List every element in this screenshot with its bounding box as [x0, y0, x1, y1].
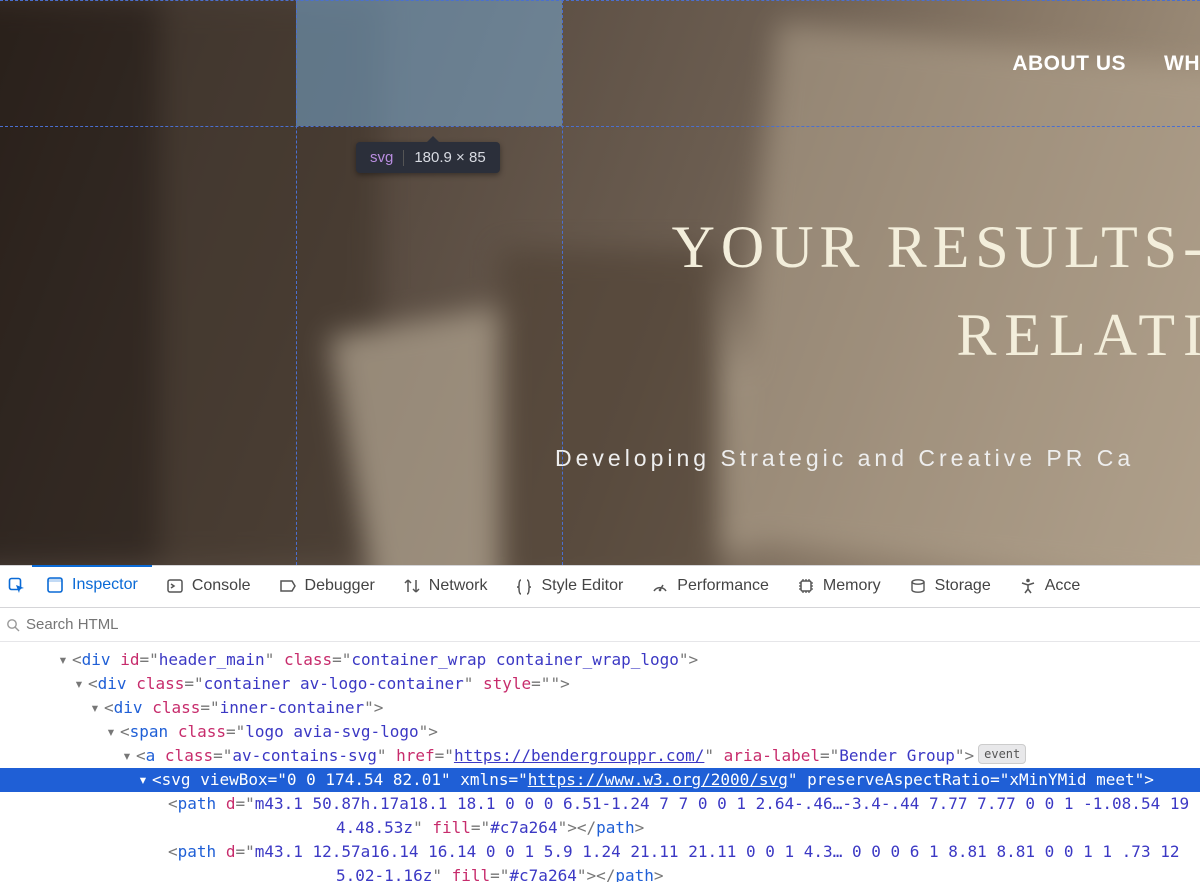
- tab-label: Performance: [677, 577, 769, 595]
- tab-label: Network: [429, 577, 488, 595]
- twisty-icon[interactable]: ▾: [104, 720, 118, 744]
- inspector-guide-vertical: [562, 0, 563, 565]
- debugger-icon: [279, 577, 297, 595]
- dom-tree[interactable]: ▾ <div id="header_main" class="container…: [0, 642, 1200, 882]
- console-icon: [166, 577, 184, 595]
- tab-network[interactable]: Network: [389, 566, 502, 607]
- tab-console[interactable]: Console: [152, 566, 265, 607]
- storage-icon: [909, 577, 927, 595]
- node-markup: <div class="container av-logo-container"…: [88, 672, 570, 696]
- node-markup: <span class="logo avia-svg-logo">: [120, 720, 438, 744]
- tab-style-editor[interactable]: Style Editor: [501, 566, 637, 607]
- node-markup: <div class="inner-container">: [104, 696, 383, 720]
- tab-label: Inspector: [72, 576, 138, 594]
- tooltip-separator: [403, 150, 404, 166]
- dom-search-input[interactable]: [26, 616, 1194, 633]
- node-markup: <a class="av-contains-svg" href="https:/…: [136, 744, 974, 768]
- inspector-element-tooltip: svg 180.9 × 85: [356, 142, 500, 173]
- devtools-tabbar: Inspector Console Debugger Network: [0, 566, 1200, 608]
- dom-node-svg-selected[interactable]: ▾ <svg viewBox="0 0 174.54 82.01" xmlns=…: [0, 768, 1200, 792]
- dom-node-span-logo[interactable]: ▾ <span class="logo avia-svg-logo">: [0, 720, 1200, 744]
- twisty-icon[interactable]: ▾: [56, 648, 70, 672]
- tooltip-dimensions: 180.9 × 85: [414, 149, 485, 166]
- memory-icon: [797, 577, 815, 595]
- node-markup: <path d="m43.1 50.87h.17a18.1 18.1 0 0 0…: [168, 792, 1189, 840]
- node-markup: <svg viewBox="0 0 174.54 82.01" xmlns="h…: [152, 768, 1154, 792]
- network-icon: [403, 578, 421, 594]
- tab-debugger[interactable]: Debugger: [265, 566, 389, 607]
- tab-label: Console: [192, 577, 251, 595]
- dom-node-a-logo-link[interactable]: ▾ <a class="av-contains-svg" href="https…: [0, 744, 1200, 768]
- twisty-icon[interactable]: ▾: [88, 696, 102, 720]
- tab-label: Style Editor: [541, 577, 623, 595]
- inspected-page: svg 180.9 × 85 ABOUT US WH YOUR RESULTS-…: [0, 0, 1200, 565]
- event-listener-badge[interactable]: event: [978, 744, 1026, 764]
- dom-node-div-header-main[interactable]: ▾ <div id="header_main" class="container…: [0, 648, 1200, 672]
- dom-node-div-inner[interactable]: ▾ <div class="inner-container">: [0, 696, 1200, 720]
- tab-label: Debugger: [305, 577, 375, 595]
- tab-performance[interactable]: Performance: [637, 566, 783, 607]
- hero-title: YOUR RESULTS-O RELATION: [480, 205, 1200, 377]
- inspector-highlight-box: [296, 0, 562, 126]
- node-markup: <path d="m43.1 12.57a16.14 16.14 0 0 1 5…: [168, 840, 1179, 882]
- node-markup: <div id="header_main" class="container_w…: [72, 648, 698, 672]
- tab-accessibility[interactable]: Acce: [1005, 566, 1095, 607]
- dom-node-path-1[interactable]: <path d="m43.1 50.87h.17a18.1 18.1 0 0 0…: [0, 792, 1200, 840]
- performance-icon: [651, 577, 669, 595]
- nav-link-who[interactable]: WH: [1164, 52, 1200, 76]
- element-picker-icon: [8, 577, 26, 595]
- inspector-guide-horizontal: [0, 0, 1200, 1]
- style-editor-icon: [515, 577, 533, 595]
- dom-node-path-2[interactable]: <path d="m43.1 12.57a16.14 16.14 0 0 1 5…: [0, 840, 1200, 882]
- dom-search-bar: [0, 608, 1200, 642]
- devtools-panel: Inspector Console Debugger Network: [0, 565, 1200, 882]
- accessibility-icon: [1019, 577, 1037, 595]
- inspector-guide-vertical: [296, 0, 297, 565]
- tab-memory[interactable]: Memory: [783, 566, 895, 607]
- twisty-icon[interactable]: ▾: [120, 744, 134, 768]
- tab-inspector[interactable]: Inspector: [32, 566, 152, 607]
- twisty-icon[interactable]: ▾: [72, 672, 86, 696]
- inspector-guide-horizontal: [0, 126, 1200, 127]
- hero-title-line1: YOUR RESULTS-O: [672, 214, 1200, 280]
- nav-link-about[interactable]: ABOUT US: [1012, 52, 1126, 76]
- hero-title-line2: RELATION: [480, 293, 1200, 377]
- tooltip-tagname: svg: [370, 149, 393, 166]
- tab-label: Storage: [935, 577, 991, 595]
- tab-label: Memory: [823, 577, 881, 595]
- twisty-icon[interactable]: ▾: [136, 768, 150, 792]
- dom-node-div-container[interactable]: ▾ <div class="container av-logo-containe…: [0, 672, 1200, 696]
- site-nav: ABOUT US WH: [1012, 52, 1200, 76]
- search-icon: [6, 618, 20, 632]
- hero-subtitle: Developing Strategic and Creative PR Ca: [555, 445, 1134, 472]
- inspector-icon: [46, 576, 64, 594]
- tab-label: Acce: [1045, 577, 1081, 595]
- tab-storage[interactable]: Storage: [895, 566, 1005, 607]
- element-picker-button[interactable]: [2, 566, 32, 608]
